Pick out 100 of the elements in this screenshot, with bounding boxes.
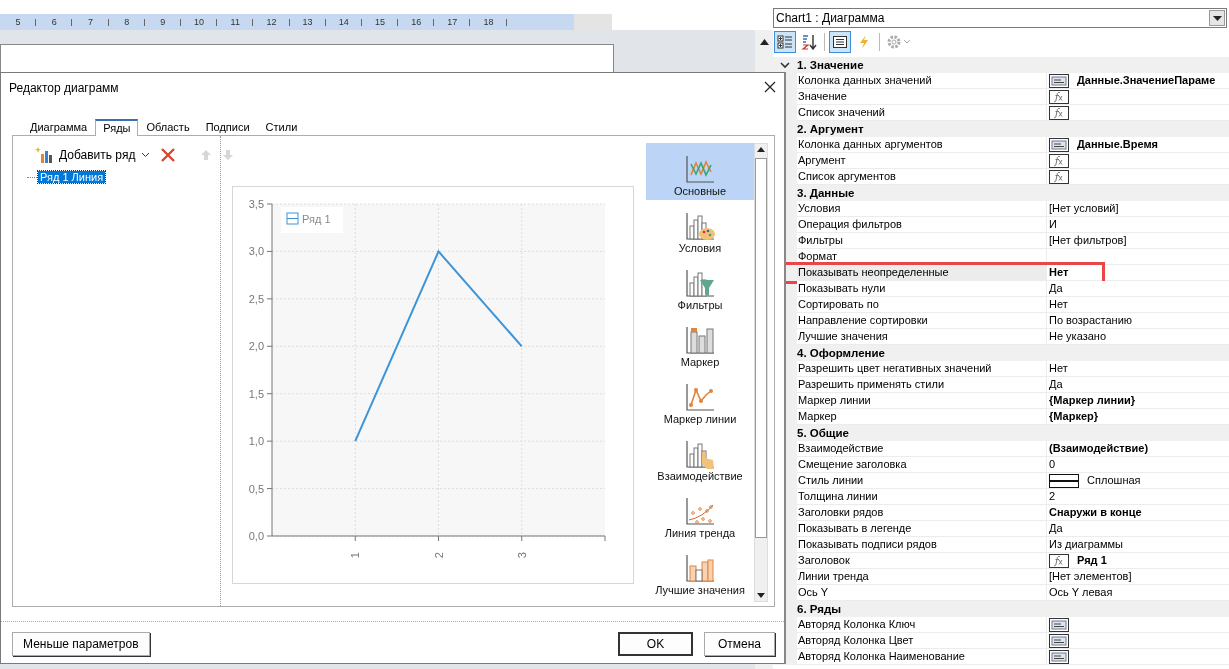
property-name[interactable]: Сортировать по [797,297,1047,313]
category-label: Маркер линии [663,413,737,426]
property-name[interactable]: Авторяд Колонка Наименование [797,649,1047,665]
property-name[interactable]: Заголовки рядов [797,505,1047,521]
property-value: Да [1049,281,1063,296]
category-item[interactable]: Лучшие значения [646,542,754,599]
value-cell[interactable] [1047,649,1229,665]
value-cell[interactable]: [Нет фильтров] [1047,233,1229,249]
value-cell[interactable] [1047,617,1229,633]
value-cell[interactable]: Да [1047,521,1229,537]
value-cell[interactable]: Из диаграммы [1047,537,1229,553]
category-label: Условия [678,242,722,255]
value-cell[interactable]: 0 [1047,457,1229,473]
value-cell[interactable]: По возрастанию [1047,313,1229,329]
property-name[interactable]: Показывать неопределенные [797,265,1047,281]
category-item[interactable]: Маркер [646,314,754,371]
category-item[interactable]: Взаимодействие [646,428,754,485]
category-label: Фильтры [677,299,723,312]
value-cell[interactable]: Ряд 1 [1047,553,1229,569]
axis-label: 0,0 [248,530,264,542]
value-cell[interactable]: Сплошная [1047,473,1229,489]
property-name[interactable]: Операция фильтров [797,217,1047,233]
value-cell[interactable] [1047,169,1229,185]
value-cell[interactable] [1047,249,1229,265]
tab[interactable]: Область [138,119,198,135]
category-item[interactable]: Условия [646,200,754,257]
property-name[interactable]: Маркер линии [797,393,1047,409]
value-cell[interactable] [1047,89,1229,105]
value-cell[interactable]: Да [1047,281,1229,297]
tab[interactable]: Ряды [95,119,139,136]
value-cell[interactable] [1047,633,1229,649]
property-name[interactable]: Разрешить цвет негативных значений [797,361,1047,377]
property-name[interactable]: Колонка данных значений [797,73,1047,89]
tab[interactable]: Подписи [197,119,258,135]
value-cell[interactable]: [Нет элементов] [1047,569,1229,585]
property-name[interactable]: Взаимодействие [797,441,1047,457]
ruler-number: 8 [124,17,130,27]
scrollbar-thumb[interactable] [755,158,767,538]
property-name[interactable]: Аргумент [797,153,1047,169]
category-item[interactable]: Основные [646,143,754,200]
property-name[interactable]: Заголовок [797,553,1047,569]
category-label: 4. Оформление [797,347,885,359]
value-cell[interactable]: Данные.Время [1047,137,1229,153]
ok-button[interactable]: OK [618,632,693,656]
property-name[interactable]: Список аргументов [797,169,1047,185]
property-name[interactable]: Разрешить применять стили [797,377,1047,393]
value-cell[interactable]: И [1047,217,1229,233]
category-label: 1. Значение [797,59,864,71]
add-series-button[interactable]: Добавить ряд [29,144,155,166]
tab[interactable]: Диаграмма [22,119,96,135]
category-label: 5. Общие [797,427,849,439]
value-cell[interactable]: {Маркер} [1047,409,1229,425]
fewer-options-button[interactable]: Меньше параметров [12,632,150,656]
category-item[interactable]: Фильтры [646,257,754,314]
value-cell[interactable]: {Маркер линии} [1047,393,1229,409]
value-cell[interactable]: Ось Y левая [1047,585,1229,601]
category-item[interactable]: Маркер линии [646,371,754,428]
property-name[interactable]: Направление сортировки [797,313,1047,329]
property-name[interactable]: Показывать нули [797,281,1047,297]
property-name[interactable]: Линии тренда [797,569,1047,585]
property-name[interactable]: Условия [797,201,1047,217]
property-name[interactable]: Показывать в легенде [797,521,1047,537]
property-name[interactable]: Маркер [797,409,1047,425]
value-cell[interactable]: Нет [1047,265,1229,281]
value-cell[interactable]: 2 [1047,489,1229,505]
category-item[interactable]: Линия тренда [646,485,754,542]
property-name[interactable]: Список значений [797,105,1047,121]
property-name[interactable]: Стиль линии [797,473,1047,489]
value-cell[interactable]: (Взаимодействие) [1047,441,1229,457]
cancel-button[interactable]: Отмена [704,632,775,656]
category-label: Маркер [680,356,720,369]
toolbar-button[interactable] [829,31,851,53]
value-cell[interactable]: Да [1047,377,1229,393]
scroll-up-button[interactable] [758,37,770,47]
property-name[interactable]: Показывать подписи рядов [797,537,1047,553]
property-value: Нет [1049,265,1069,280]
property-name[interactable]: Смещение заголовка [797,457,1047,473]
value-cell[interactable] [1047,153,1229,169]
property-name[interactable]: Значение [797,89,1047,105]
property-name[interactable]: Авторяд Колонка Ключ [797,617,1047,633]
property-name[interactable]: Ось Y [797,585,1047,601]
property-name[interactable]: Лучшие значения [797,329,1047,345]
tree-item[interactable]: Ряд 1 Линия [38,171,106,183]
property-name[interactable]: Авторяд Колонка Цвет [797,633,1047,649]
value-cell[interactable]: Нет [1047,297,1229,313]
value-cell[interactable]: [Нет условий] [1047,201,1229,217]
value-cell[interactable] [1047,105,1229,121]
line-style-icon [1049,473,1079,488]
tab[interactable]: Стили [257,119,306,135]
value-cell[interactable]: Не указано [1047,329,1229,345]
value-cell[interactable]: Снаружи в конце [1047,505,1229,521]
property-name[interactable]: Толщина линии [797,489,1047,505]
chevron-down-icon[interactable] [780,61,790,69]
property-name[interactable]: Фильтры [797,233,1047,249]
property-name[interactable]: Колонка данных аргументов [797,137,1047,153]
value-cell[interactable]: Нет [1047,361,1229,377]
funnel-chart-icon [683,267,717,299]
value-cell[interactable]: Данные.ЗначениеПараме [1047,73,1229,89]
toolbar-button[interactable] [774,31,796,53]
object-selector[interactable]: Chart1 : Диаграмма [773,8,1227,28]
